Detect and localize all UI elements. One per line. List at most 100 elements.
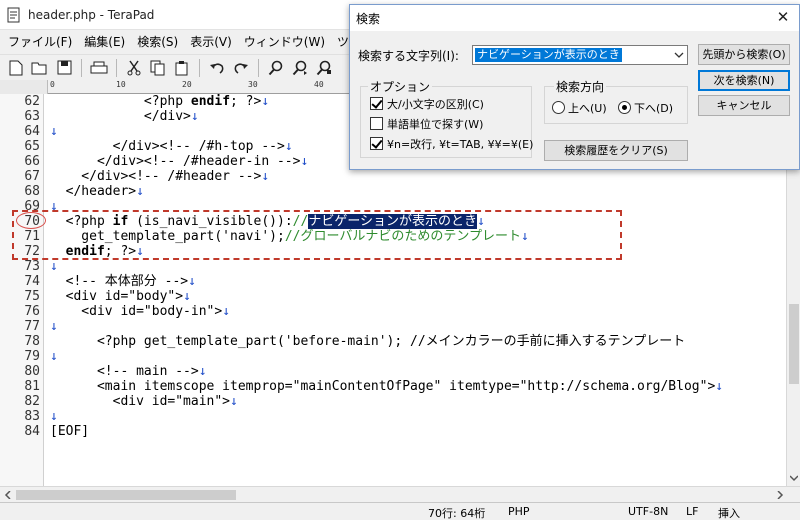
search-string-value[interactable]: ナビゲーションが表示のとき (475, 48, 622, 62)
code-line: 84 [EOF] (0, 424, 786, 439)
line-text: <!-- main -->↓ (50, 364, 207, 379)
ruler-gutter (0, 80, 48, 94)
find-dialog-title-bar: 検索 (350, 5, 799, 31)
line-text: <?php endif; ?>↓ (50, 94, 270, 109)
scroll-left-icon[interactable] (4, 491, 12, 499)
scroll-down-icon[interactable] (790, 474, 798, 482)
line-text: </div>↓ (50, 109, 199, 124)
open-folder-icon[interactable] (30, 58, 50, 78)
toolbar-separator (199, 58, 200, 77)
direction-up-radio[interactable] (552, 101, 565, 114)
whole-word-checkbox[interactable] (370, 117, 383, 130)
find-next-icon[interactable] (290, 58, 310, 78)
replace-icon[interactable] (314, 58, 334, 78)
scroll-right-icon[interactable] (776, 491, 784, 499)
menu-window[interactable]: ウィンドウ(W) (238, 33, 331, 50)
vertical-scrollbar-thumb[interactable] (789, 304, 799, 384)
clear-search-history-button[interactable]: 検索履歴をクリア(S) (544, 140, 688, 161)
undo-icon[interactable] (207, 58, 227, 78)
print-icon[interactable] (89, 58, 109, 78)
line-number: 73 (24, 259, 40, 274)
escape-sequence-label[interactable]: ¥n=改行, ¥t=TAB, ¥¥=¥(E) (387, 136, 533, 152)
line-number: 76 (24, 304, 40, 319)
line-number: 71 (24, 229, 40, 244)
search-string-label: 検索する文字列(I): (358, 49, 459, 63)
ruler-number: 10 (116, 80, 126, 89)
window-title: header.php - TeraPad (28, 7, 155, 22)
paste-icon[interactable] (172, 58, 192, 78)
line-number: 62 (24, 94, 40, 109)
line-text: <?php get_template_part('before-main'); … (50, 334, 686, 349)
code-line: 71 get_template_part('navi');//グローバルナビのた… (0, 229, 786, 244)
status-bar: 70行: 64桁 PHP UTF-8N LF 挿入 (0, 502, 800, 520)
status-linebreak: LF (686, 505, 699, 518)
line-number: 65 (24, 139, 40, 154)
line-number: 79 (24, 349, 40, 364)
ruler-number: 40 (314, 80, 324, 89)
status-insert-mode: 挿入 (718, 507, 740, 520)
line-number: 83 (24, 409, 40, 424)
line-number: 78 (24, 334, 40, 349)
status-cursor-position: 70行: 64桁 (428, 507, 486, 520)
direction-group-title: 検索方向 (554, 78, 607, 95)
escape-sequence-checkbox[interactable] (370, 137, 383, 150)
toolbar-separator (81, 58, 82, 77)
line-text: ↓ (50, 319, 58, 334)
line-number: 63 (24, 109, 40, 124)
new-file-icon[interactable] (6, 58, 26, 78)
whole-word-label[interactable]: 単語単位で探す(W) (387, 116, 483, 132)
code-line: 67 </div><!-- /#header -->↓ (0, 169, 786, 184)
code-line: 68 </header>↓ (0, 184, 786, 199)
line-text: ↓ (50, 199, 58, 214)
line-number: 75 (24, 289, 40, 304)
close-icon[interactable]: ✕ (775, 9, 791, 25)
direction-down-radio[interactable] (618, 101, 631, 114)
find-icon[interactable] (266, 58, 286, 78)
cancel-button[interactable]: キャンセル (698, 95, 790, 116)
line-number: 69 (24, 199, 40, 214)
case-sensitive-label[interactable]: 大/小文字の区別(C) (387, 96, 484, 112)
line-text: <div id="body-in">↓ (50, 304, 231, 319)
status-mode: PHP (508, 505, 530, 518)
code-line: 82 <div id="main">↓ (0, 394, 786, 409)
line-number: 74 (24, 274, 40, 289)
line-number: 67 (24, 169, 40, 184)
line-text: <main itemscope itemprop="mainContentOfP… (50, 379, 724, 394)
code-line: 75 <div id="body">↓ (0, 289, 786, 304)
line-text: </div><!-- /#h-top -->↓ (50, 139, 293, 154)
find-dialog: 検索 ✕ 検索する文字列(I): ナビゲーションが表示のとき 先頭から検索(O)… (349, 4, 800, 170)
line-text: ↓ (50, 409, 58, 424)
code-line: 77 ↓ (0, 319, 786, 334)
line-text: endif; ?>↓ (65, 244, 144, 259)
ruler-number: 0 (50, 80, 55, 89)
chevron-down-icon[interactable] (674, 51, 684, 59)
menu-view[interactable]: 表示(V) (184, 33, 238, 50)
find-dialog-title: 検索 (356, 11, 381, 26)
code-line: 81 <main itemscope itemprop="mainContent… (0, 379, 786, 394)
menu-file[interactable]: ファイル(F) (2, 33, 78, 50)
direction-up-label[interactable]: 上へ(U) (568, 100, 607, 116)
direction-down-label[interactable]: 下へ(D) (634, 100, 673, 116)
find-next-button[interactable]: 次を検索(N) (698, 70, 790, 91)
terapad-app-icon (7, 7, 20, 22)
case-sensitive-checkbox[interactable] (370, 97, 383, 110)
search-from-top-button[interactable]: 先頭から検索(O) (698, 44, 790, 65)
redo-icon[interactable] (231, 58, 251, 78)
cut-icon[interactable] (124, 58, 144, 78)
line-text: ↓ (50, 259, 58, 274)
menu-search[interactable]: 検索(S) (131, 33, 184, 50)
code-line: 83 ↓ (0, 409, 786, 424)
line-number: 72 (24, 244, 40, 259)
toolbar-separator (258, 58, 259, 77)
save-icon[interactable] (54, 58, 74, 78)
horizontal-scrollbar[interactable] (0, 486, 800, 502)
line-number: 66 (24, 154, 40, 169)
line-text: ↓ (50, 124, 58, 139)
line-number: 81 (24, 379, 40, 394)
horizontal-scrollbar-thumb[interactable] (16, 490, 236, 500)
search-string-combobox[interactable]: ナビゲーションが表示のとき (472, 45, 688, 65)
code-line: 80 <!-- main -->↓ (0, 364, 786, 379)
copy-icon[interactable] (148, 58, 168, 78)
menu-edit[interactable]: 編集(E) (78, 33, 131, 50)
line-number: 70 (24, 214, 40, 229)
